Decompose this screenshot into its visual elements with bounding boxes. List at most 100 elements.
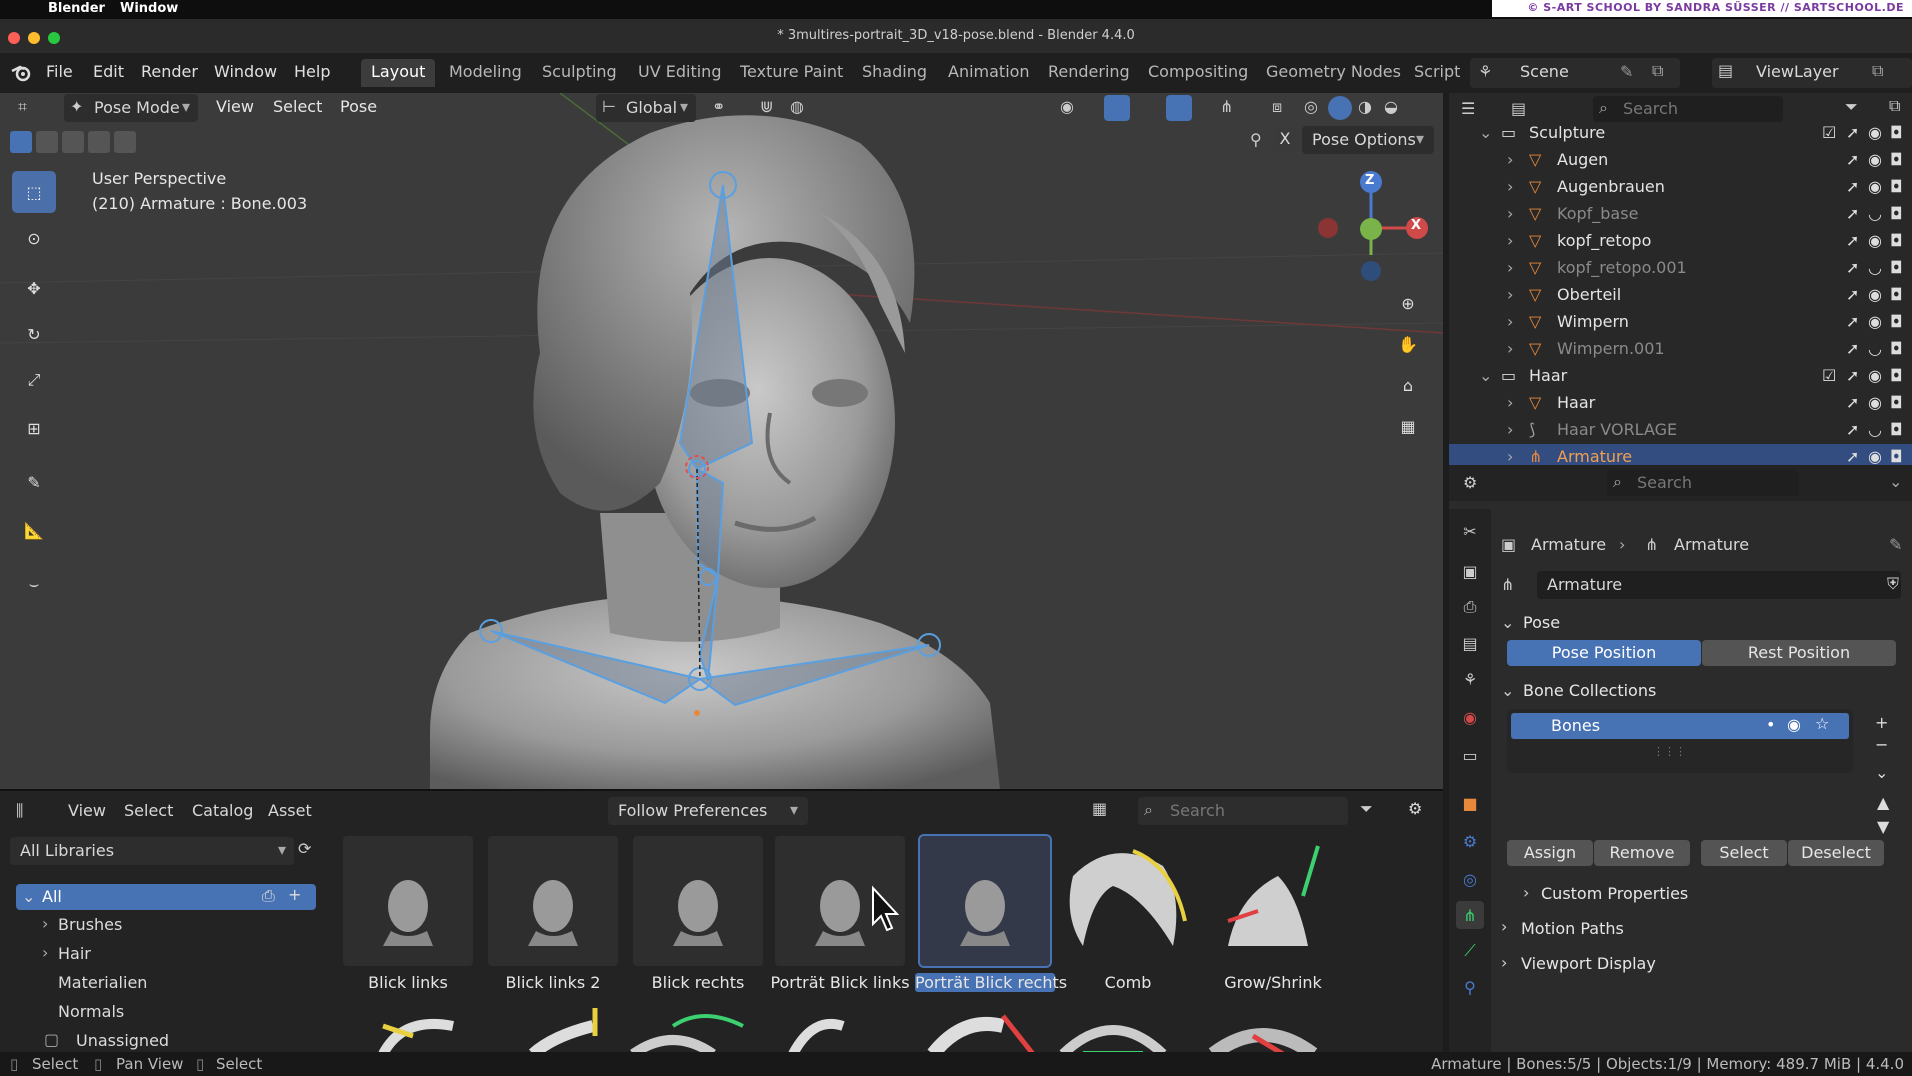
viewport-display-header[interactable]: Viewport Display [1521, 954, 1656, 973]
camera-icon[interactable]: ◘ [1890, 312, 1903, 331]
asset-menu-asset[interactable]: Asset [268, 801, 312, 820]
motion-paths-header[interactable]: Motion Paths [1521, 919, 1624, 938]
snap-icon[interactable]: ⋓ [760, 97, 773, 116]
rendered-shading-icon[interactable]: ◒ [1384, 97, 1398, 116]
bone-overlay-icon[interactable]: ⋔ [1220, 97, 1233, 116]
armature-data-icon[interactable]: ⋔ [1501, 575, 1514, 594]
catalog-item-hair[interactable]: Hair [58, 944, 91, 963]
chevron-down-icon[interactable]: ⌄ [1875, 763, 1888, 782]
transform-orientation-dropdown[interactable]: ⊢ Global ▾ [596, 94, 696, 122]
eye-icon[interactable]: ◉ [1868, 366, 1882, 385]
eye-icon[interactable]: ◉ [1868, 231, 1882, 250]
editor-type-icon[interactable]: ⫼ [16, 801, 23, 821]
select-new-icon[interactable] [10, 131, 32, 153]
select-box-tool-icon[interactable]: ⬚ [12, 171, 56, 213]
asset-thumb-portrait-blick-rechts[interactable] [918, 834, 1052, 968]
zoom-icon[interactable]: ⊕ [1391, 286, 1425, 320]
transform-tool-icon[interactable]: ⊞ [12, 407, 56, 449]
asset-menu-catalog[interactable]: Catalog [192, 801, 253, 820]
asset-search-field[interactable]: ⌕ Search [1138, 797, 1348, 825]
chevron-right-icon[interactable]: › [42, 943, 48, 962]
mode-dropdown[interactable]: ✦ Pose Mode ▾ [64, 94, 198, 122]
tool-tab-icon[interactable]: ✂ [1456, 517, 1484, 545]
solid-shading-button[interactable] [1328, 96, 1352, 120]
eye-icon[interactable]: ◉ [1868, 393, 1882, 412]
collection-tab-icon[interactable]: ▭ [1456, 741, 1484, 769]
outliner-row[interactable]: › ▽ Oberteil ➚ ◉ ◘ [1449, 282, 1912, 309]
outliner-row[interactable]: › ▽ kopf_retopo.001 ➚ ◡ ◘ [1449, 255, 1912, 282]
save-catalog-icon[interactable]: ⎙ [262, 886, 275, 906]
select-button[interactable]: Select [1701, 840, 1787, 866]
chevron-down-icon[interactable]: ⌄ [1501, 681, 1514, 700]
catalog-item-unassigned[interactable]: Unassigned [76, 1031, 169, 1050]
camera-icon[interactable]: ◘ [1890, 123, 1903, 142]
selectable-icon[interactable]: ➚ [1846, 312, 1859, 331]
chevron-down-icon[interactable]: ⌄ [1479, 123, 1492, 142]
new-scene-icon[interactable]: ⧉ [1652, 61, 1663, 81]
3d-viewport[interactable]: ⌗ ✦ Pose Mode ▾ View Select Pose ⊢ Globa… [0, 93, 1443, 789]
viewport-menu-pose[interactable]: Pose [340, 97, 377, 116]
chevron-right-icon[interactable]: › [1501, 917, 1507, 936]
view-layer-tab-icon[interactable]: ▤ [1456, 629, 1484, 657]
select-subtract-icon[interactable] [62, 131, 84, 153]
editor-type-icon[interactable]: ⚙ [1463, 473, 1477, 492]
chevron-right-icon[interactable]: › [1507, 231, 1513, 250]
camera-icon[interactable]: ◘ [1890, 177, 1903, 196]
menu-edit[interactable]: Edit [93, 62, 124, 81]
chevron-right-icon[interactable]: › [1523, 883, 1529, 902]
pan-hand-icon[interactable]: ✋ [1391, 327, 1425, 361]
select-invert-icon[interactable] [88, 131, 110, 153]
camera-icon[interactable]: ◘ [1890, 231, 1903, 250]
eye-closed-icon[interactable]: ◡ [1868, 339, 1882, 358]
move-up-icon[interactable]: ▲ [1877, 793, 1889, 812]
eye-icon[interactable]: ◉ [1868, 312, 1882, 331]
remove-icon[interactable]: − [1875, 735, 1888, 754]
editor-type-icon[interactable]: ☰ [1461, 99, 1475, 118]
tab-rendering[interactable]: Rendering [1038, 59, 1140, 87]
cursor-tool-icon[interactable]: ⊙ [12, 217, 56, 259]
camera-icon[interactable]: ◘ [1890, 393, 1903, 412]
tab-scripting[interactable]: Script [1404, 59, 1470, 87]
display-mode-icon[interactable]: ▤ [1511, 99, 1526, 118]
menu-blender[interactable]: Blender [48, 1, 105, 16]
tab-geometry-nodes[interactable]: Geometry Nodes [1256, 59, 1411, 87]
scale-tool-icon[interactable]: ⤢ [12, 359, 56, 401]
tab-layout[interactable]: Layout [361, 59, 436, 87]
proportional-edit-icon[interactable]: ◍ [790, 97, 804, 116]
viewlayer-selector[interactable]: ▤ ViewLayer ⧉ [1712, 58, 1912, 88]
data-name-field[interactable]: Armature [1537, 571, 1901, 599]
fake-user-shield-icon[interactable]: ⛨ [1887, 574, 1899, 594]
annotate-tool-icon[interactable]: ✎ [12, 461, 56, 503]
move-down-icon[interactable]: ▼ [1877, 817, 1889, 836]
pose-section-header[interactable]: Pose [1523, 613, 1560, 632]
gear-icon[interactable]: ⚙ [1408, 799, 1422, 818]
select-intersect-icon[interactable] [114, 131, 136, 153]
breadcrumb-object[interactable]: Armature [1531, 535, 1606, 554]
filter-icon[interactable]: ⏷ [1360, 799, 1373, 819]
chevron-right-icon[interactable]: › [1507, 285, 1513, 304]
overlay-toggle[interactable] [1166, 95, 1192, 121]
menu-window[interactable]: Window [214, 62, 277, 81]
new-collection-icon[interactable]: ⧉ [1889, 96, 1900, 116]
camera-icon[interactable]: ◘ [1890, 339, 1903, 358]
bone-tab-icon[interactable]: ⟋ [1456, 937, 1484, 965]
menu-window[interactable]: Window [120, 1, 178, 16]
deselect-button[interactable]: Deselect [1788, 840, 1884, 866]
material-shading-icon[interactable]: ◑ [1358, 97, 1372, 116]
catalog-item-normals[interactable]: Normals [58, 1002, 124, 1021]
camera-icon[interactable]: ◘ [1890, 366, 1903, 385]
pivot-icon[interactable]: ⚭ [712, 97, 725, 116]
chevron-right-icon[interactable]: › [1507, 312, 1513, 331]
asset-thumb-blick-links[interactable] [343, 836, 473, 966]
bone-constraint-tab-icon[interactable]: ⚲ [1456, 973, 1484, 1001]
camera-view-icon[interactable]: ⌂ [1391, 368, 1425, 402]
chevron-right-icon[interactable]: › [1507, 447, 1513, 466]
eye-closed-icon[interactable]: ◡ [1868, 420, 1882, 439]
render-tab-icon[interactable]: ▣ [1456, 557, 1484, 585]
chevron-right-icon[interactable]: › [1507, 177, 1513, 196]
selectable-icon[interactable]: ➚ [1846, 258, 1859, 277]
star-icon[interactable]: ☆ [1815, 714, 1829, 733]
pin-icon[interactable]: ✎ [1889, 535, 1902, 554]
gizmo-x-label[interactable]: X [1411, 218, 1421, 233]
selectable-icon[interactable]: ➚ [1846, 366, 1859, 385]
